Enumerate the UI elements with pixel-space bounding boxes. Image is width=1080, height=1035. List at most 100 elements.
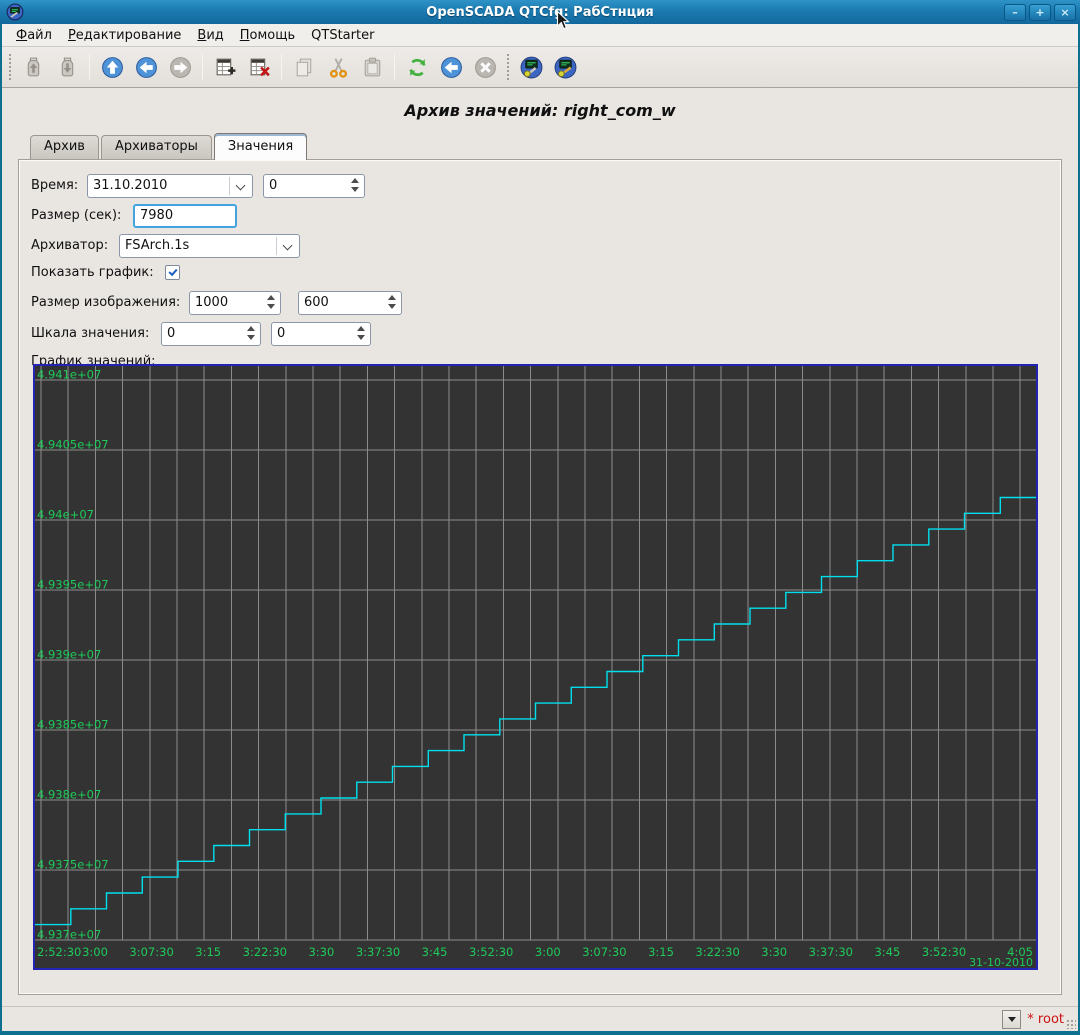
delete-item-button[interactable] [243,51,275,83]
svg-text:3:07:30: 3:07:30 [129,945,173,959]
archiver-value: FSArch.1s [125,238,189,253]
refresh-button[interactable] [401,51,433,83]
refresh-icon [405,55,430,80]
tab-архив[interactable]: Архив [30,135,99,160]
check-icon [168,267,177,276]
size-value: 7980 [140,208,173,223]
svg-text:3:37:30: 3:37:30 [809,945,853,959]
content: Архив значений: right_com_w АрхивАрхиват… [2,88,1078,1006]
svg-text:3:07:30: 3:07:30 [582,945,626,959]
svg-text:3:22:30: 3:22:30 [695,945,739,959]
image-height-spinbox[interactable]: 600 [298,291,402,315]
status-dropdown-button[interactable] [1002,1010,1021,1029]
maximize-button[interactable]: + [1029,4,1051,21]
image-height-value: 600 [304,295,329,310]
time-usec-spinbox[interactable]: 0 [263,174,365,198]
time-value: 31.10.2010 04:05:00 [93,178,167,198]
qtstarter-edit-icon [553,55,578,80]
add-item-button[interactable] [209,51,241,83]
copy-button [288,51,320,83]
up-button[interactable] [96,51,128,83]
minimize-button[interactable]: – [1004,4,1026,21]
spin-up-icon [267,295,275,300]
start-button[interactable] [435,51,467,83]
archiver-combobox[interactable]: FSArch.1s [119,234,300,258]
status-user: * root [1027,1012,1064,1027]
forward-icon [168,55,193,80]
svg-text:3:15: 3:15 [195,945,221,959]
toolbar [2,47,1078,88]
time-usec-value: 0 [269,178,277,193]
add-item-icon [213,55,238,80]
cut-button[interactable] [322,51,354,83]
image-width-spinbox[interactable]: 1000 [189,291,281,315]
menu-item-помощь[interactable]: Помощь [232,26,303,45]
svg-text:3:45: 3:45 [874,945,900,959]
archiver-label: Архиватор: [31,234,108,258]
tabbar: АрхивАрхиваторыЗначения [30,133,309,160]
svg-text:31-10-2010: 31-10-2010 [969,956,1033,968]
spin-down-icon [357,335,365,340]
window-title: OpenSCADA QTCfg: РабСтнция [0,5,1080,20]
tab-значения[interactable]: Значения [214,133,307,160]
show-graph-checkbox[interactable] [165,265,180,280]
trend-plot: 4.941e+074.9405e+074.94e+074.9395e+074.9… [35,366,1036,968]
save-icon [55,55,80,80]
image-size-label: Размер изображения: [31,291,180,315]
delete-item-icon [247,55,272,80]
size-input[interactable]: 7980 [133,204,237,228]
value-scale-label: Шкала значения: [31,322,149,346]
toolbar-handle[interactable] [7,53,13,81]
menu-item-файл[interactable]: Файл [8,26,60,45]
spin-up-icon [247,326,255,331]
page-title: Архив значений: right_com_w [2,101,1078,120]
scale-max-value: 0 [277,326,285,341]
svg-text:4.939e+07: 4.939e+07 [37,648,101,662]
svg-text:3:00: 3:00 [82,945,108,959]
load-icon [21,55,46,80]
triangle-down-icon [1008,1017,1016,1022]
svg-text:3:52:30: 3:52:30 [922,945,966,959]
toolbar-separator [89,54,90,80]
qtstarter-config-button[interactable] [515,51,547,83]
titlebar: OpenSCADA QTCfg: РабСтнция – + × [0,0,1080,24]
image-width-value: 1000 [195,295,228,310]
menu-item-редактирование[interactable]: Редактирование [60,26,189,45]
copy-icon [292,55,317,80]
paste-button [356,51,388,83]
svg-text:4.9405e+07: 4.9405e+07 [37,438,109,452]
qtstarter-edit-button[interactable] [549,51,581,83]
app-window: OpenSCADA QTCfg: РабСтнция – + × ФайлРед… [0,0,1080,1035]
chevron-down-icon [236,181,246,191]
show-graph-label: Показать график: [31,261,154,285]
statusbar: * root [2,1006,1078,1031]
toolbar-separator [281,54,282,80]
spin-up-icon [351,178,359,183]
svg-text:4.941e+07: 4.941e+07 [37,368,101,382]
toolbar-handle[interactable] [505,53,511,81]
spin-down-icon [267,304,275,309]
toolbar-separator [202,54,203,80]
scale-min-spinbox[interactable]: 0 [161,322,261,346]
back-button[interactable] [130,51,162,83]
chevron-down-icon [283,241,293,251]
size-label: Размер (сек): [31,204,121,228]
svg-text:3:37:30: 3:37:30 [356,945,400,959]
svg-text:4.938e+07: 4.938e+07 [37,788,101,802]
time-combobox[interactable]: 31.10.2010 04:05:00 [87,174,253,198]
spin-down-icon [247,335,255,340]
svg-text:2:52:30: 2:52:30 [37,945,81,959]
tab-архиваторы[interactable]: Архиваторы [101,135,212,160]
svg-text:3:30: 3:30 [308,945,334,959]
menu-item-вид[interactable]: Вид [189,26,231,45]
svg-text:4.9385e+07: 4.9385e+07 [37,718,109,732]
close-button[interactable]: × [1054,4,1076,21]
resize-grip[interactable] [1066,1019,1076,1029]
scale-max-spinbox[interactable]: 0 [271,322,371,346]
start-icon [439,55,464,80]
paste-icon [360,55,385,80]
svg-text:3:45: 3:45 [422,945,448,959]
toolbar-separator [394,54,395,80]
menu-item-qtstarter[interactable]: QTStarter [303,26,382,45]
stop-button [469,51,501,83]
